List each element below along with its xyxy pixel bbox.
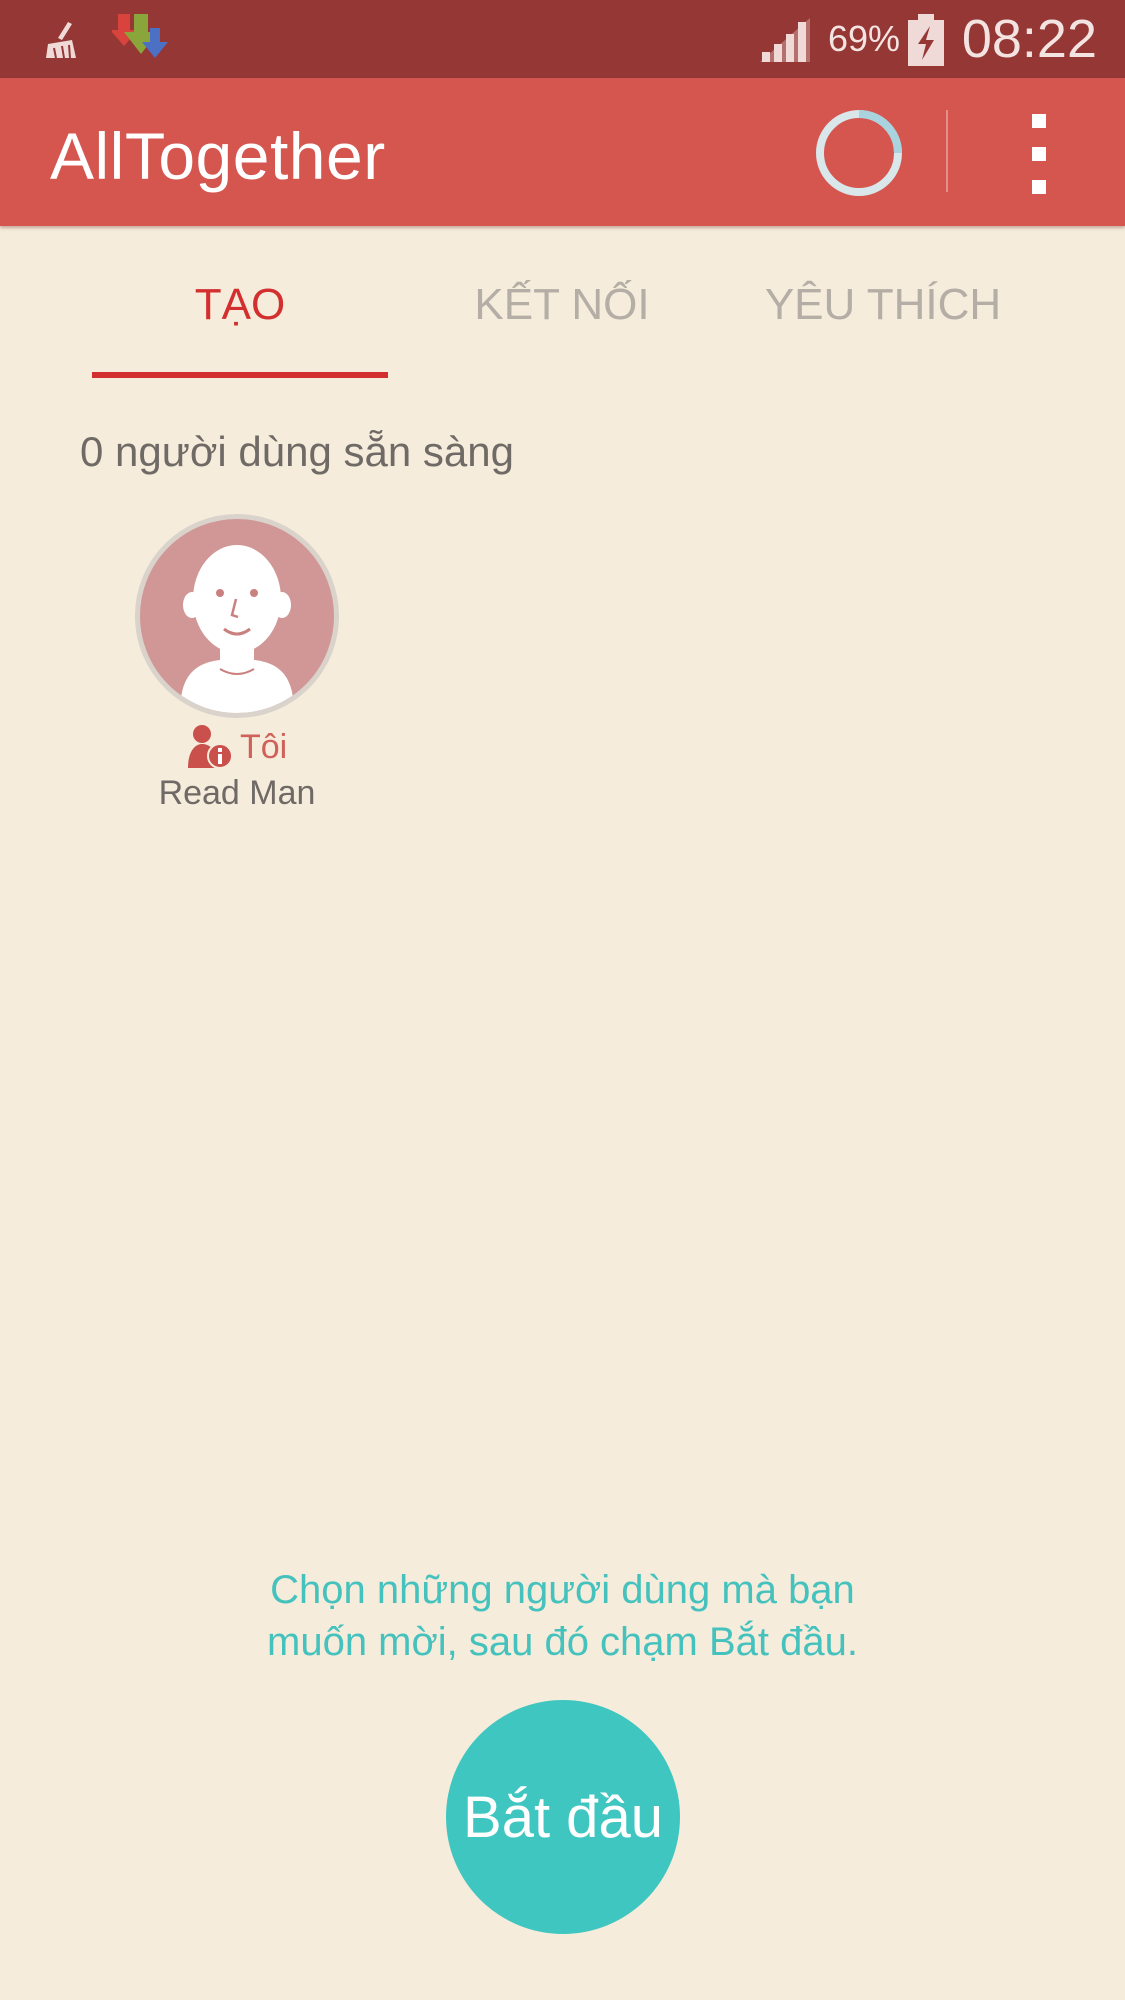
- user-tag-label: Tôi: [240, 728, 288, 766]
- ready-users-count: 0 người dùng sẵn sàng: [80, 428, 514, 475]
- user-tile[interactable]: Tôi Read Man: [130, 512, 344, 822]
- user-tag: Tôi: [184, 722, 344, 770]
- overflow-menu-icon[interactable]: [1022, 114, 1056, 194]
- avatar[interactable]: [135, 514, 339, 718]
- user-info-icon: [188, 725, 233, 769]
- tab-indicator: [92, 372, 388, 378]
- clock: 08:22: [961, 9, 1097, 69]
- status-bar: 69% 08:22: [0, 0, 1125, 78]
- default-avatar-icon: [180, 545, 294, 713]
- download-icon: [112, 14, 168, 58]
- cleaner-icon: [46, 22, 76, 59]
- tab-create[interactable]: TẠO: [92, 280, 388, 330]
- tab-favorites[interactable]: YÊU THÍCH: [730, 280, 1036, 330]
- tab-bar: TẠO KẾT NỐI YÊU THÍCH: [0, 228, 1125, 378]
- hint-line-2: muốn mời, sau đó chạm Bắt đầu.: [267, 1620, 858, 1664]
- sync-progress-icon[interactable]: [814, 108, 904, 198]
- battery-charging-icon: [908, 14, 944, 66]
- battery-percent: 69%: [828, 18, 901, 59]
- tab-connect[interactable]: KẾT NỐI: [420, 280, 704, 330]
- app-title: AllTogether: [50, 119, 386, 193]
- hint-line-1: Chọn những người dùng mà bạn: [270, 1568, 855, 1612]
- appbar-divider: [946, 110, 948, 192]
- user-name: Read Man: [158, 774, 316, 812]
- signal-icon: [760, 18, 810, 62]
- hint-text: Chọn những người dùng mà bạn muốn mời, s…: [0, 1564, 1125, 1668]
- app-bar: AllTogether: [0, 78, 1125, 226]
- start-button[interactable]: Bắt đầu: [446, 1700, 680, 1934]
